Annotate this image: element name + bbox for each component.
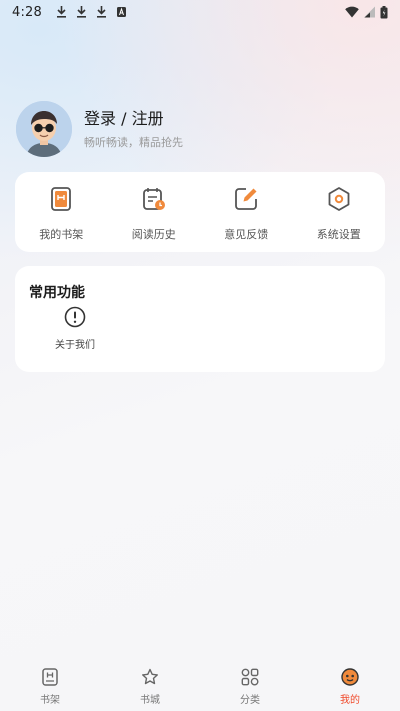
about-us-item[interactable]: 关于我们 [39, 306, 111, 351]
download-icon [57, 6, 66, 18]
nav-tab-profile[interactable]: 我的 [300, 657, 400, 711]
nav-tab-label: 书架 [40, 695, 60, 706]
profile-header[interactable]: 登录 / 注册 畅听畅读，精品抢先 [16, 101, 183, 157]
notification-icons [56, 6, 127, 18]
nav-tab-label: 我的 [340, 695, 360, 706]
status-bar: 4:28 [0, 0, 400, 24]
nav-tab-bookstore[interactable]: 书城 [100, 657, 200, 711]
info-icon [64, 306, 86, 328]
nav-tab-category[interactable]: 分类 [200, 657, 300, 711]
about-us-label: 关于我们 [55, 340, 95, 351]
quick-action-label: 阅读历史 [131, 228, 176, 241]
profile-text: 登录 / 注册 畅听畅读，精品抢先 [84, 109, 183, 150]
slogan-text: 畅听畅读，精品抢先 [84, 135, 183, 149]
system-status-icons [345, 5, 388, 19]
quick-action-settings[interactable]: 系统设置 [293, 172, 386, 252]
category-icon [241, 668, 259, 686]
wifi-icon [345, 6, 359, 18]
avatar[interactable] [16, 101, 72, 157]
app-notification-icon [117, 7, 126, 17]
quick-action-label: 我的书架 [39, 228, 84, 241]
quick-action-label: 意见反馈 [224, 228, 269, 241]
bookshelf-icon [51, 187, 72, 211]
nav-tab-label: 分类 [240, 695, 260, 706]
download-icon [77, 6, 86, 18]
reading-history-icon [142, 188, 165, 210]
common-functions-card: 常用功能 关于我们 [15, 266, 385, 372]
bottom-navigation: 书架 书城 分类 我的 [0, 657, 400, 711]
nav-tab-bookshelf[interactable]: 书架 [0, 657, 100, 711]
feedback-icon [235, 188, 258, 210]
bookshelf-icon [42, 668, 58, 686]
status-time: 4:28 [12, 4, 42, 20]
download-icon [97, 6, 106, 18]
battery-icon [380, 5, 388, 18]
login-register-link[interactable]: 登录 / 注册 [84, 109, 183, 129]
common-functions-title: 常用功能 [29, 285, 85, 301]
settings-icon [328, 187, 350, 211]
profile-icon [341, 668, 359, 686]
bookstore-icon [142, 668, 158, 685]
quick-action-bookshelf[interactable]: 我的书架 [15, 172, 108, 252]
signal-icon [364, 6, 375, 18]
quick-action-feedback[interactable]: 意见反馈 [200, 172, 293, 252]
quick-actions-card: 我的书架 阅读历史 意见反馈 系统设置 [15, 172, 385, 252]
quick-action-label: 系统设置 [316, 228, 361, 241]
avatar-illustration [16, 101, 72, 157]
nav-tab-label: 书城 [140, 695, 160, 706]
quick-action-reading-history[interactable]: 阅读历史 [108, 172, 201, 252]
